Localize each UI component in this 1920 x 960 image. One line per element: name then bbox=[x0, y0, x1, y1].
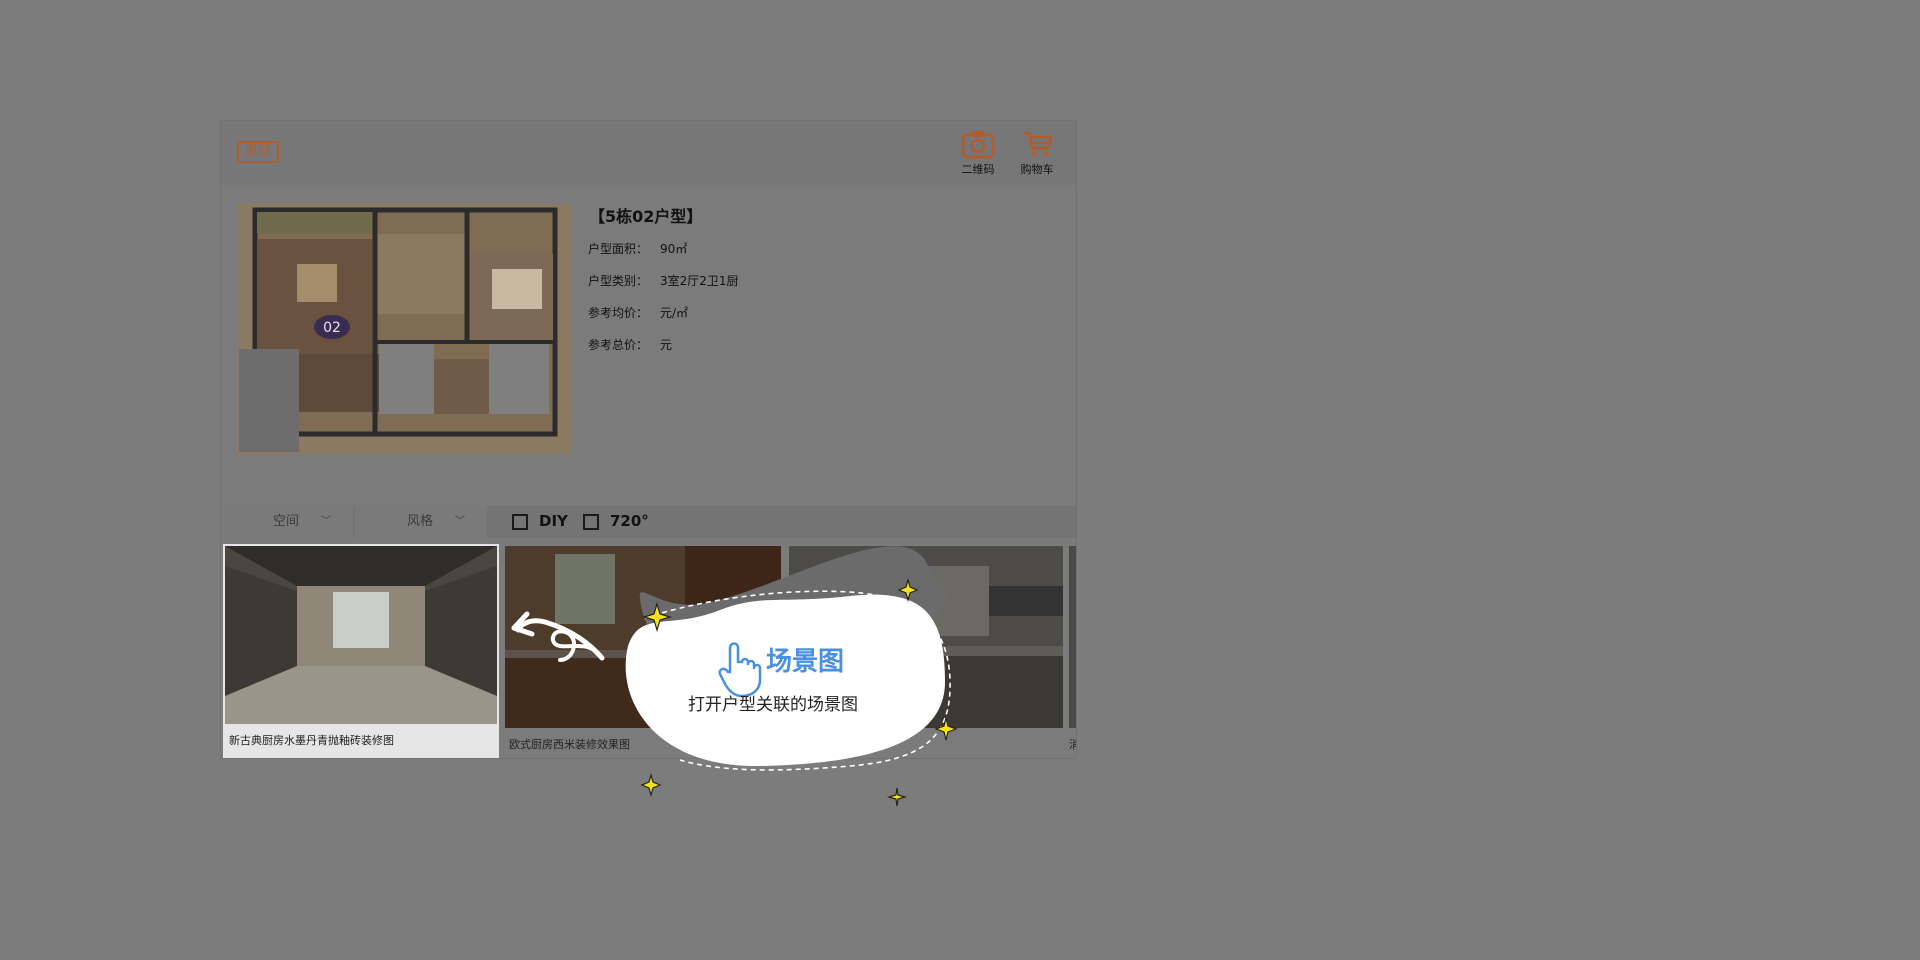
total-price-label: 参考总价： bbox=[588, 338, 649, 352]
area-value: 90㎡ bbox=[660, 242, 688, 256]
pano-checkbox[interactable] bbox=[583, 514, 599, 530]
scene-card[interactable]: 消 bbox=[1069, 544, 1076, 758]
kitchen-scene-image bbox=[1069, 546, 1076, 728]
floor-plan-image[interactable]: 02 bbox=[237, 204, 571, 454]
qrcode-label: 二维码 bbox=[961, 163, 995, 176]
scene-caption: 消 bbox=[1069, 738, 1076, 751]
kitchen-scene-image bbox=[505, 546, 781, 728]
type-label: 户型类别： bbox=[588, 274, 649, 288]
cart-label: 购物车 bbox=[1020, 163, 1054, 176]
unit-title: 【5栋02户型】 bbox=[589, 207, 703, 226]
diy-label: DIY bbox=[539, 512, 568, 530]
info-row-area: 户型面积： 90㎡ bbox=[588, 240, 687, 257]
info-row-total-price: 参考总价： 元 bbox=[588, 336, 672, 353]
scene-card[interactable]: 欧式厨房西米装修效果图 bbox=[503, 544, 783, 758]
chevron-down-icon: ﹀ bbox=[455, 516, 465, 527]
style-dropdown-label: 风格 bbox=[407, 514, 434, 529]
cart-icon bbox=[1024, 131, 1053, 157]
kitchen-scene-image bbox=[225, 546, 497, 724]
qrcode-button[interactable]: 二维码 bbox=[956, 129, 1000, 177]
top-toolbar: 返回 二维码 购物车 bbox=[221, 121, 1076, 185]
style-dropdown[interactable]: 风格 ﹀ bbox=[355, 506, 487, 538]
info-row-avg-price: 参考均价： 元/㎡ bbox=[588, 304, 688, 321]
filter-bar: 空间 ﹀ 风格 ﹀ DIY 720° bbox=[221, 506, 1076, 538]
avg-price-value: 元/㎡ bbox=[660, 306, 689, 320]
pano-label: 720° bbox=[610, 512, 649, 530]
camera-icon bbox=[961, 131, 995, 159]
type-value: 3室2厅2卫1厨 bbox=[660, 274, 739, 288]
area-label: 户型面积： bbox=[588, 242, 649, 256]
scene-card[interactable]: 新古典厨房水墨丹青抛釉砖装修图 bbox=[223, 544, 499, 758]
diy-checkbox[interactable] bbox=[512, 514, 528, 530]
total-price-value: 元 bbox=[660, 338, 673, 352]
avg-price-label: 参考均价： bbox=[588, 306, 649, 320]
info-row-type: 户型类别： 3室2厅2卫1厨 bbox=[588, 272, 739, 289]
cart-button[interactable]: 购物车 bbox=[1015, 129, 1059, 177]
floor-plan-drawing: 02 bbox=[237, 204, 571, 454]
scene-card[interactable] bbox=[787, 544, 1065, 758]
chevron-down-icon: ﹀ bbox=[321, 516, 331, 527]
space-dropdown[interactable]: 空间 ﹀ bbox=[221, 506, 353, 538]
unit-badge: 02 bbox=[323, 320, 341, 336]
scene-caption: 新古典厨房水墨丹青抛釉砖装修图 bbox=[229, 734, 394, 747]
house-detail-panel: 返回 二维码 购物车 02 【5栋02户型】 户型面积： 90㎡ 户型类别： 3… bbox=[221, 121, 1076, 758]
scene-caption: 欧式厨房西米装修效果图 bbox=[509, 738, 630, 751]
back-button[interactable]: 返回 bbox=[237, 141, 279, 163]
kitchen-scene-image bbox=[789, 546, 1063, 728]
space-dropdown-label: 空间 bbox=[273, 514, 300, 529]
